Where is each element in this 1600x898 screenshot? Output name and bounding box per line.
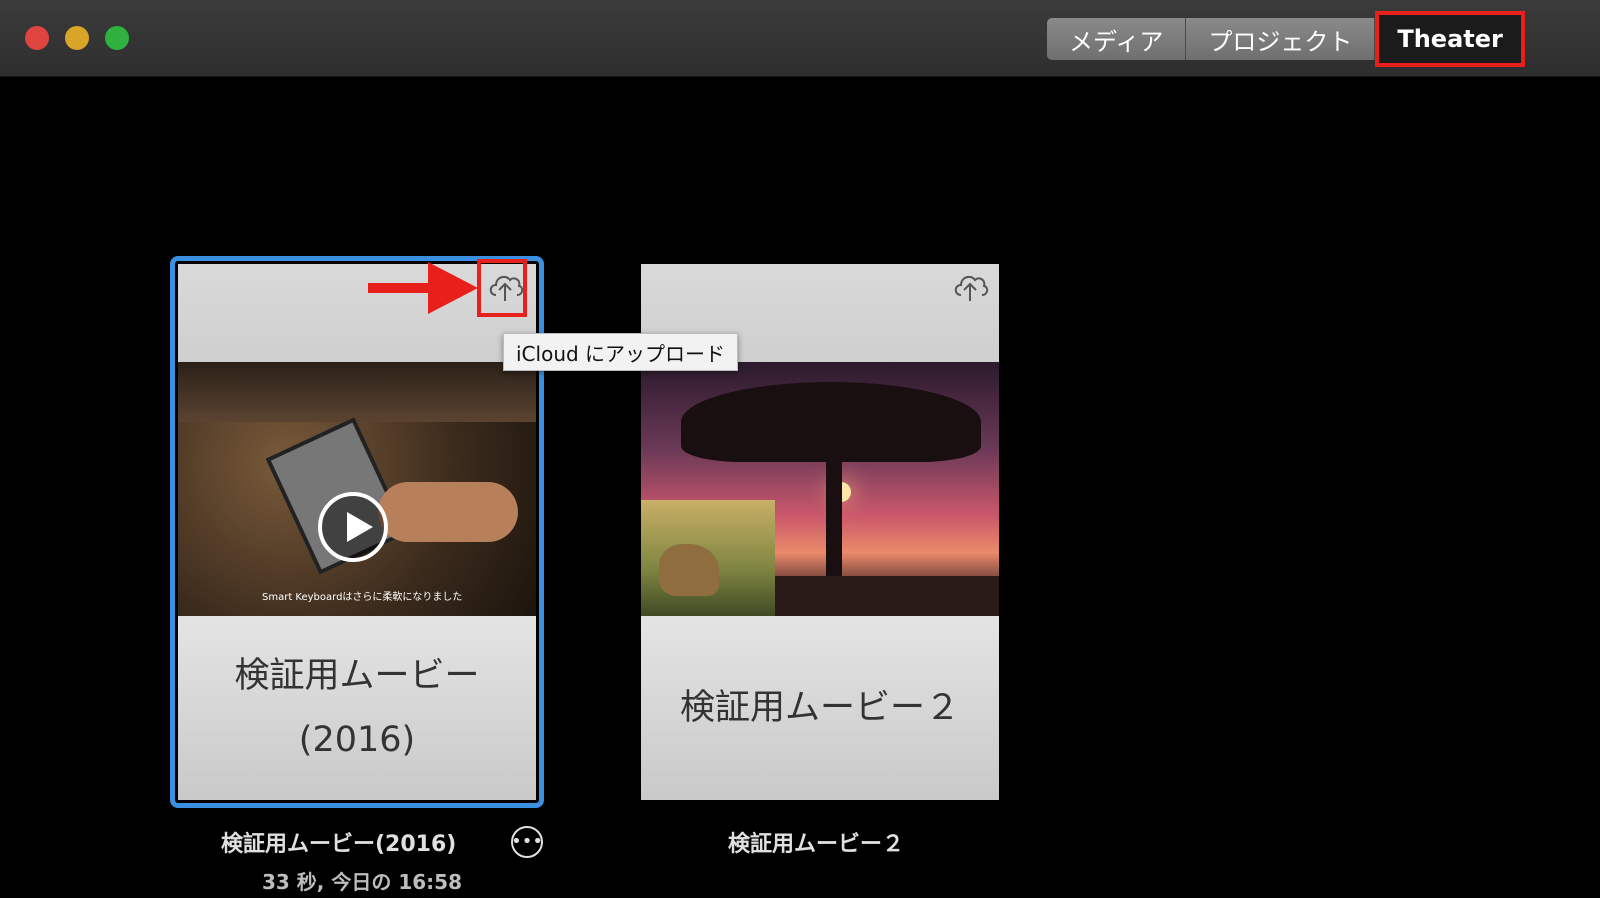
- upload-tooltip: iCloud にアップロード: [503, 333, 739, 371]
- movie-card-1[interactable]: Smart Keyboardはさらに柔軟になりました 検証用ムービー (2016…: [178, 264, 536, 800]
- zoom-window-button[interactable]: [105, 26, 129, 50]
- card-title-area: 検証用ムービー２: [641, 616, 999, 800]
- thumbnail-inset-lions: [641, 500, 775, 616]
- thumbnail-tree-canopy: [681, 382, 981, 462]
- thumbnail-caption: Smart Keyboardはさらに柔軟になりました: [262, 592, 463, 603]
- tab-projects[interactable]: プロジェクト: [1186, 18, 1376, 60]
- movie-meta-1: 33 秒, 今日の 16:58: [262, 870, 462, 894]
- thumbnail-lion: [659, 544, 719, 596]
- minimize-window-button[interactable]: [65, 26, 89, 50]
- play-icon[interactable]: [318, 492, 388, 562]
- arrow-right-icon: [368, 262, 478, 314]
- tab-theater[interactable]: Theater: [1375, 11, 1525, 67]
- highlight-box: [477, 259, 527, 317]
- window-titlebar: メディア プロジェクト Theater: [0, 0, 1600, 77]
- movie-thumbnail-2[interactable]: [641, 362, 999, 616]
- cloud-upload-icon[interactable]: [950, 266, 990, 306]
- movie-name-2: 検証用ムービー２: [728, 832, 905, 857]
- thumbnail-hand: [378, 482, 518, 542]
- movie-name-1: 検証用ムービー(2016): [221, 832, 457, 857]
- card-title-line-1: 検証用ムービー: [234, 656, 480, 696]
- close-window-button[interactable]: [25, 26, 49, 50]
- tab-media[interactable]: メディア: [1047, 18, 1187, 60]
- movie-thumbnail-1[interactable]: Smart Keyboardはさらに柔軟になりました: [178, 362, 536, 616]
- card-title: 検証用ムービー (2016): [207, 644, 507, 772]
- view-switcher: メディア プロジェクト Theater: [1047, 11, 1525, 67]
- thumbnail-scene: [178, 362, 536, 422]
- card-title-line-2: (2016): [298, 720, 416, 760]
- card-title: 検証用ムービー２: [679, 688, 960, 728]
- card-title-area: 検証用ムービー (2016): [178, 616, 536, 800]
- ellipsis-circle-icon[interactable]: •••: [511, 826, 543, 858]
